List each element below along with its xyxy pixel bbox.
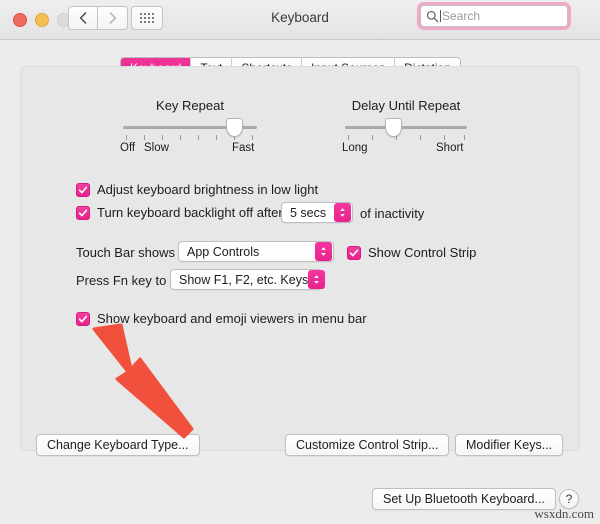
show-control-strip-row[interactable]: Show Control Strip bbox=[347, 245, 476, 260]
show-control-strip-checkbox[interactable] bbox=[347, 245, 361, 260]
popup-arrows[interactable] bbox=[308, 270, 326, 289]
search-field-wrapper: Search bbox=[417, 2, 571, 30]
adjust-brightness-checkbox[interactable] bbox=[76, 182, 90, 197]
show-viewers-row[interactable]: Show keyboard and emoji viewers in menu … bbox=[76, 311, 367, 326]
touch-bar-shows-value: App Controls bbox=[187, 244, 260, 259]
change-keyboard-type-button[interactable]: Change Keyboard Type... bbox=[36, 434, 200, 456]
adjust-brightness-row[interactable]: Adjust keyboard brightness in low light bbox=[76, 182, 318, 197]
adjust-brightness-label: Adjust keyboard brightness in low light bbox=[97, 182, 319, 197]
backlight-delay-stepper[interactable]: 5 secs bbox=[281, 202, 353, 223]
delay-track[interactable] bbox=[345, 126, 467, 129]
touch-bar-shows-label: Touch Bar shows bbox=[76, 245, 175, 260]
text-cursor bbox=[440, 10, 441, 22]
checkmark-icon bbox=[78, 186, 88, 193]
key-repeat-off-label: Off bbox=[120, 142, 136, 154]
set-up-bluetooth-keyboard-button[interactable]: Set Up Bluetooth Keyboard... bbox=[372, 488, 556, 510]
show-keyboard-and-emoji-viewers-checkbox[interactable] bbox=[76, 311, 90, 326]
press-fn-value: Show F1, F2, etc. Keys bbox=[179, 272, 309, 287]
search-input[interactable]: Search bbox=[420, 5, 568, 27]
key-repeat-thumb[interactable] bbox=[226, 118, 243, 137]
show-viewers-label: Show keyboard and emoji viewers in menu … bbox=[97, 311, 367, 326]
key-repeat-slider-group: Key Repeat Off Slow Fast bbox=[120, 98, 260, 154]
delay-short-label: Short bbox=[436, 142, 464, 154]
backlight-off-row[interactable]: Turn keyboard backlight off after bbox=[76, 205, 283, 220]
delay-thumb[interactable] bbox=[385, 118, 402, 137]
show-control-strip-label: Show Control Strip bbox=[368, 245, 477, 260]
delay-until-repeat-slider-group: Delay Until Repeat Long Short bbox=[342, 98, 470, 154]
window-titlebar: Keyboard Search bbox=[0, 0, 600, 40]
popup-arrows[interactable] bbox=[315, 242, 332, 261]
watermark: wsxdn.com bbox=[534, 506, 594, 521]
checkmark-icon bbox=[78, 209, 88, 216]
press-fn-label: Press Fn key to bbox=[76, 273, 167, 288]
key-repeat-slow-label: Slow bbox=[144, 142, 169, 154]
press-fn-dropdown[interactable]: Show F1, F2, etc. Keys bbox=[170, 269, 326, 290]
touch-bar-shows-dropdown[interactable]: App Controls bbox=[178, 241, 334, 262]
checkmark-icon bbox=[349, 249, 359, 256]
delay-ticks bbox=[342, 135, 470, 141]
delay-until-repeat-label: Delay Until Repeat bbox=[351, 98, 461, 113]
customize-control-strip-button[interactable]: Customize Control Strip... bbox=[285, 434, 450, 456]
backlight-delay-value: 5 secs bbox=[290, 205, 327, 220]
modifier-keys-button[interactable]: Modifier Keys... bbox=[455, 434, 564, 456]
stepper-arrows[interactable] bbox=[334, 203, 351, 222]
chevron-up-down-icon bbox=[321, 247, 326, 256]
chevron-up-down-icon bbox=[314, 275, 320, 284]
key-repeat-ticks bbox=[120, 135, 260, 141]
chevron-up-down-icon bbox=[340, 208, 345, 217]
delay-long-label: Long bbox=[342, 142, 368, 154]
backlight-off-checkbox[interactable] bbox=[76, 205, 90, 220]
key-repeat-fast-label: Fast bbox=[232, 142, 255, 154]
backlight-off-label-after: of inactivity bbox=[360, 206, 425, 221]
search-icon bbox=[426, 10, 439, 22]
backlight-off-label-before: Turn keyboard backlight off after bbox=[97, 205, 283, 220]
checkmark-icon bbox=[78, 315, 88, 322]
key-repeat-label: Key Repeat bbox=[156, 98, 224, 113]
search-placeholder: Search bbox=[442, 9, 481, 23]
